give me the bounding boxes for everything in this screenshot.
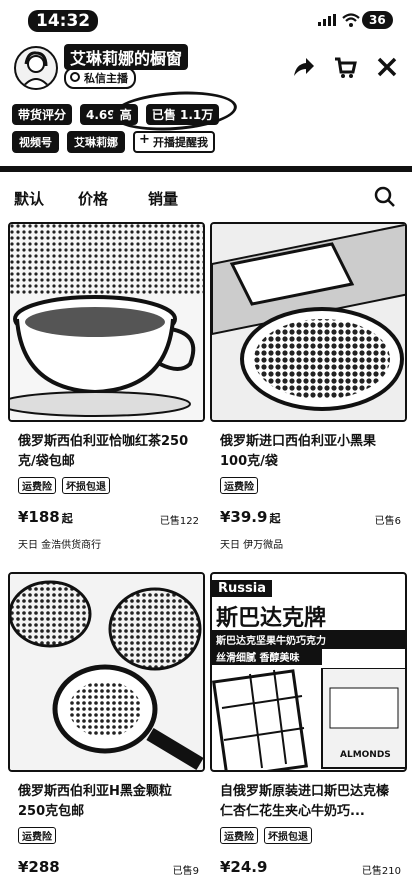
product-tag: 运费险: [18, 477, 56, 494]
signal-icon: [318, 14, 336, 26]
product-card[interactable]: Russia 斯巴达克牌 斯巴达克坚果牛奶巧克力 丝滑细腻 香醇美味 ALMON…: [210, 572, 407, 880]
price-line: ¥39.9 起 已售6: [210, 508, 407, 530]
product-tags: 运费险: [18, 827, 205, 844]
brand-en-label: Russia: [212, 580, 272, 597]
product-tag: 运费险: [220, 477, 258, 494]
sort-price[interactable]: 价格: [78, 188, 108, 209]
product-price: ¥288: [18, 858, 60, 876]
search-icon[interactable]: [374, 186, 396, 208]
wifi-icon: [342, 13, 360, 27]
status-time: 14:32: [28, 10, 99, 32]
channel-name[interactable]: 艾琳莉娜: [67, 131, 125, 153]
avatar[interactable]: [14, 46, 58, 90]
product-title: 俄罗斯西伯利亚H黑金颗粒250克包邮: [18, 784, 172, 819]
package-label: ALMONDS: [340, 750, 391, 760]
product-title: 俄罗斯进口西伯利亚小黑果100克/袋: [220, 434, 377, 469]
brand-cn-label: 斯巴达克牌: [216, 606, 327, 631]
product-tags: 运费险 坏损包退: [220, 827, 407, 844]
product-tag: 运费险: [18, 827, 56, 844]
product-sold-count: 已售9: [172, 866, 199, 877]
product-image-chocolate: Russia 斯巴达克牌 斯巴达克坚果牛奶巧克力 丝滑细腻 香醇美味 ALMON…: [210, 572, 407, 772]
channel-label: 视频号: [12, 131, 59, 153]
product-card[interactable]: 俄罗斯进口西伯利亚小黑果100克/袋 运费险 ¥39.9 起 已售6 天日 伊万微…: [210, 222, 407, 551]
product-price: ¥39.9 起: [220, 508, 281, 526]
channel-row: 视频号 艾琳莉娜 开播提醒我: [12, 131, 215, 153]
status-bar: 14:32 36: [0, 0, 412, 40]
price-line: ¥24.9 已售210: [210, 858, 407, 880]
product-image-tea: [8, 222, 205, 422]
message-host-button[interactable]: 私信主播: [64, 67, 136, 89]
product-tags: 运费险 坏损包退: [18, 477, 205, 494]
product-price: ¥24.9: [220, 858, 268, 876]
product-card[interactable]: 俄罗斯西伯利亚恰咖红茶250克/袋包邮 运费险 坏损包退 ¥188 起 已售122…: [8, 222, 205, 551]
live-remind-button[interactable]: 开播提醒我: [133, 131, 215, 153]
product-card[interactable]: 俄罗斯西伯利亚H黑金颗粒250克包邮 运费险 ¥288 已售9: [8, 572, 205, 880]
cart-icon[interactable]: [332, 54, 358, 80]
product-sold-count: 已售122: [159, 516, 199, 527]
close-icon[interactable]: [374, 54, 400, 80]
product-tag: 坏损包退: [264, 827, 312, 844]
battery-indicator: 36: [362, 11, 393, 29]
product-price: ¥188 起: [18, 508, 73, 526]
price-line: ¥188 起 已售122: [8, 508, 205, 530]
share-icon[interactable]: [290, 54, 316, 80]
product-image-granules: [8, 572, 205, 772]
product-tags: 运费险: [220, 477, 407, 494]
shop-header: 艾琳莉娜的橱窗 私信主播 带货评分 4.69 高 已售 1.1万 视频号 艾琳莉…: [0, 40, 412, 165]
message-host-label: 私信主播: [84, 72, 128, 85]
product-sold-count: 已售210: [361, 866, 401, 877]
hand-drawn-circle: [110, 87, 239, 135]
divider: [0, 166, 412, 172]
product-seller: 天日 伊万微品: [220, 540, 284, 551]
product-title: 俄罗斯西伯利亚恰咖红茶250克/袋包邮: [18, 434, 189, 469]
product-tag: 坏损包退: [62, 477, 110, 494]
product-title: 自俄罗斯原装进口斯巴达克榛仁杏仁花生夹心牛奶巧...: [220, 784, 390, 819]
product-sold-count: 已售6: [374, 516, 401, 527]
sort-default[interactable]: 默认: [14, 188, 44, 209]
product-banner-line1: 斯巴达克坚果牛奶巧克力: [212, 630, 405, 649]
sort-sales[interactable]: 销量: [148, 188, 178, 209]
sort-bar: 默认 价格 销量: [0, 176, 412, 220]
product-image-berries: [210, 222, 407, 422]
product-tag: 运费险: [220, 827, 258, 844]
price-line: ¥288 已售9: [8, 858, 205, 880]
rating-label: 带货评分: [12, 104, 73, 125]
product-banner-line2: 丝滑细腻 香醇美味: [212, 648, 322, 665]
message-icon: [70, 72, 80, 82]
product-seller: 天日 金浩供货商行: [18, 540, 102, 551]
